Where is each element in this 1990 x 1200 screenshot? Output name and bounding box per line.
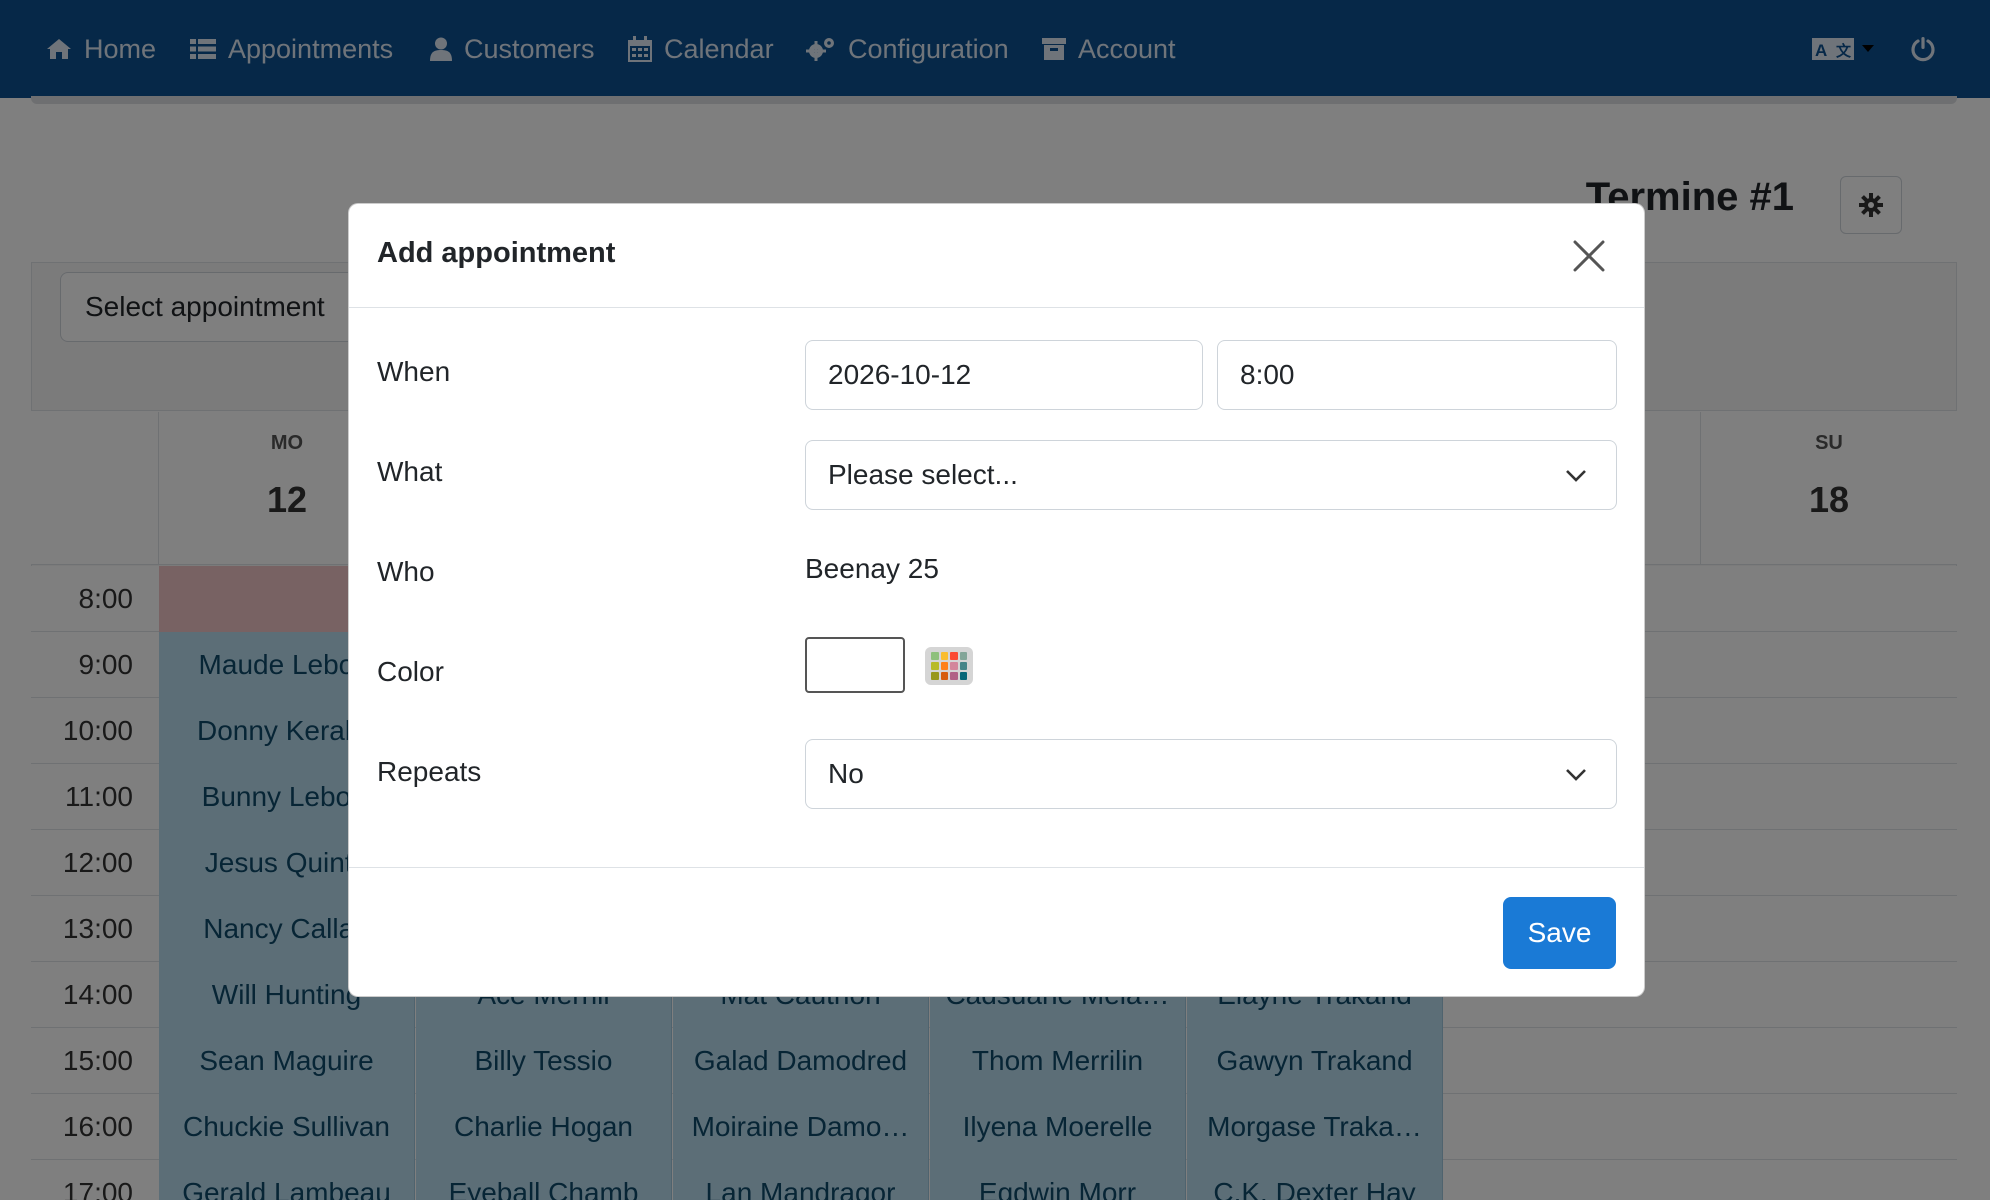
close-button[interactable] [1569, 236, 1609, 276]
time-input[interactable]: 8:00 [1217, 340, 1617, 410]
color-label: Color [377, 656, 444, 687]
repeats-select[interactable]: No [805, 739, 1617, 809]
what-select[interactable]: Please select... [805, 440, 1617, 510]
date-input[interactable]: 2026-10-12 [805, 340, 1203, 410]
chevron-down-icon [1566, 769, 1586, 781]
when-label: When [377, 356, 451, 387]
who-value: Beenay 25 [805, 553, 939, 584]
add-appointment-modal: Add appointment When 2026-10-12 8:00 Wha… [348, 203, 1645, 997]
what-label: What [377, 456, 443, 487]
close-icon [1573, 240, 1605, 272]
what-select-value: Please select... [828, 459, 1018, 490]
repeats-label: Repeats [377, 756, 482, 787]
save-button[interactable]: Save [1503, 897, 1616, 969]
color-input[interactable] [805, 637, 905, 693]
modal-footer [349, 867, 1644, 997]
who-label: Who [377, 556, 435, 587]
color-palette-icon[interactable] [925, 647, 973, 685]
modal-title: Add appointment [377, 237, 616, 269]
modal-header: Add appointment [349, 204, 1644, 308]
chevron-down-icon [1566, 470, 1586, 482]
repeats-select-value: No [828, 758, 864, 789]
